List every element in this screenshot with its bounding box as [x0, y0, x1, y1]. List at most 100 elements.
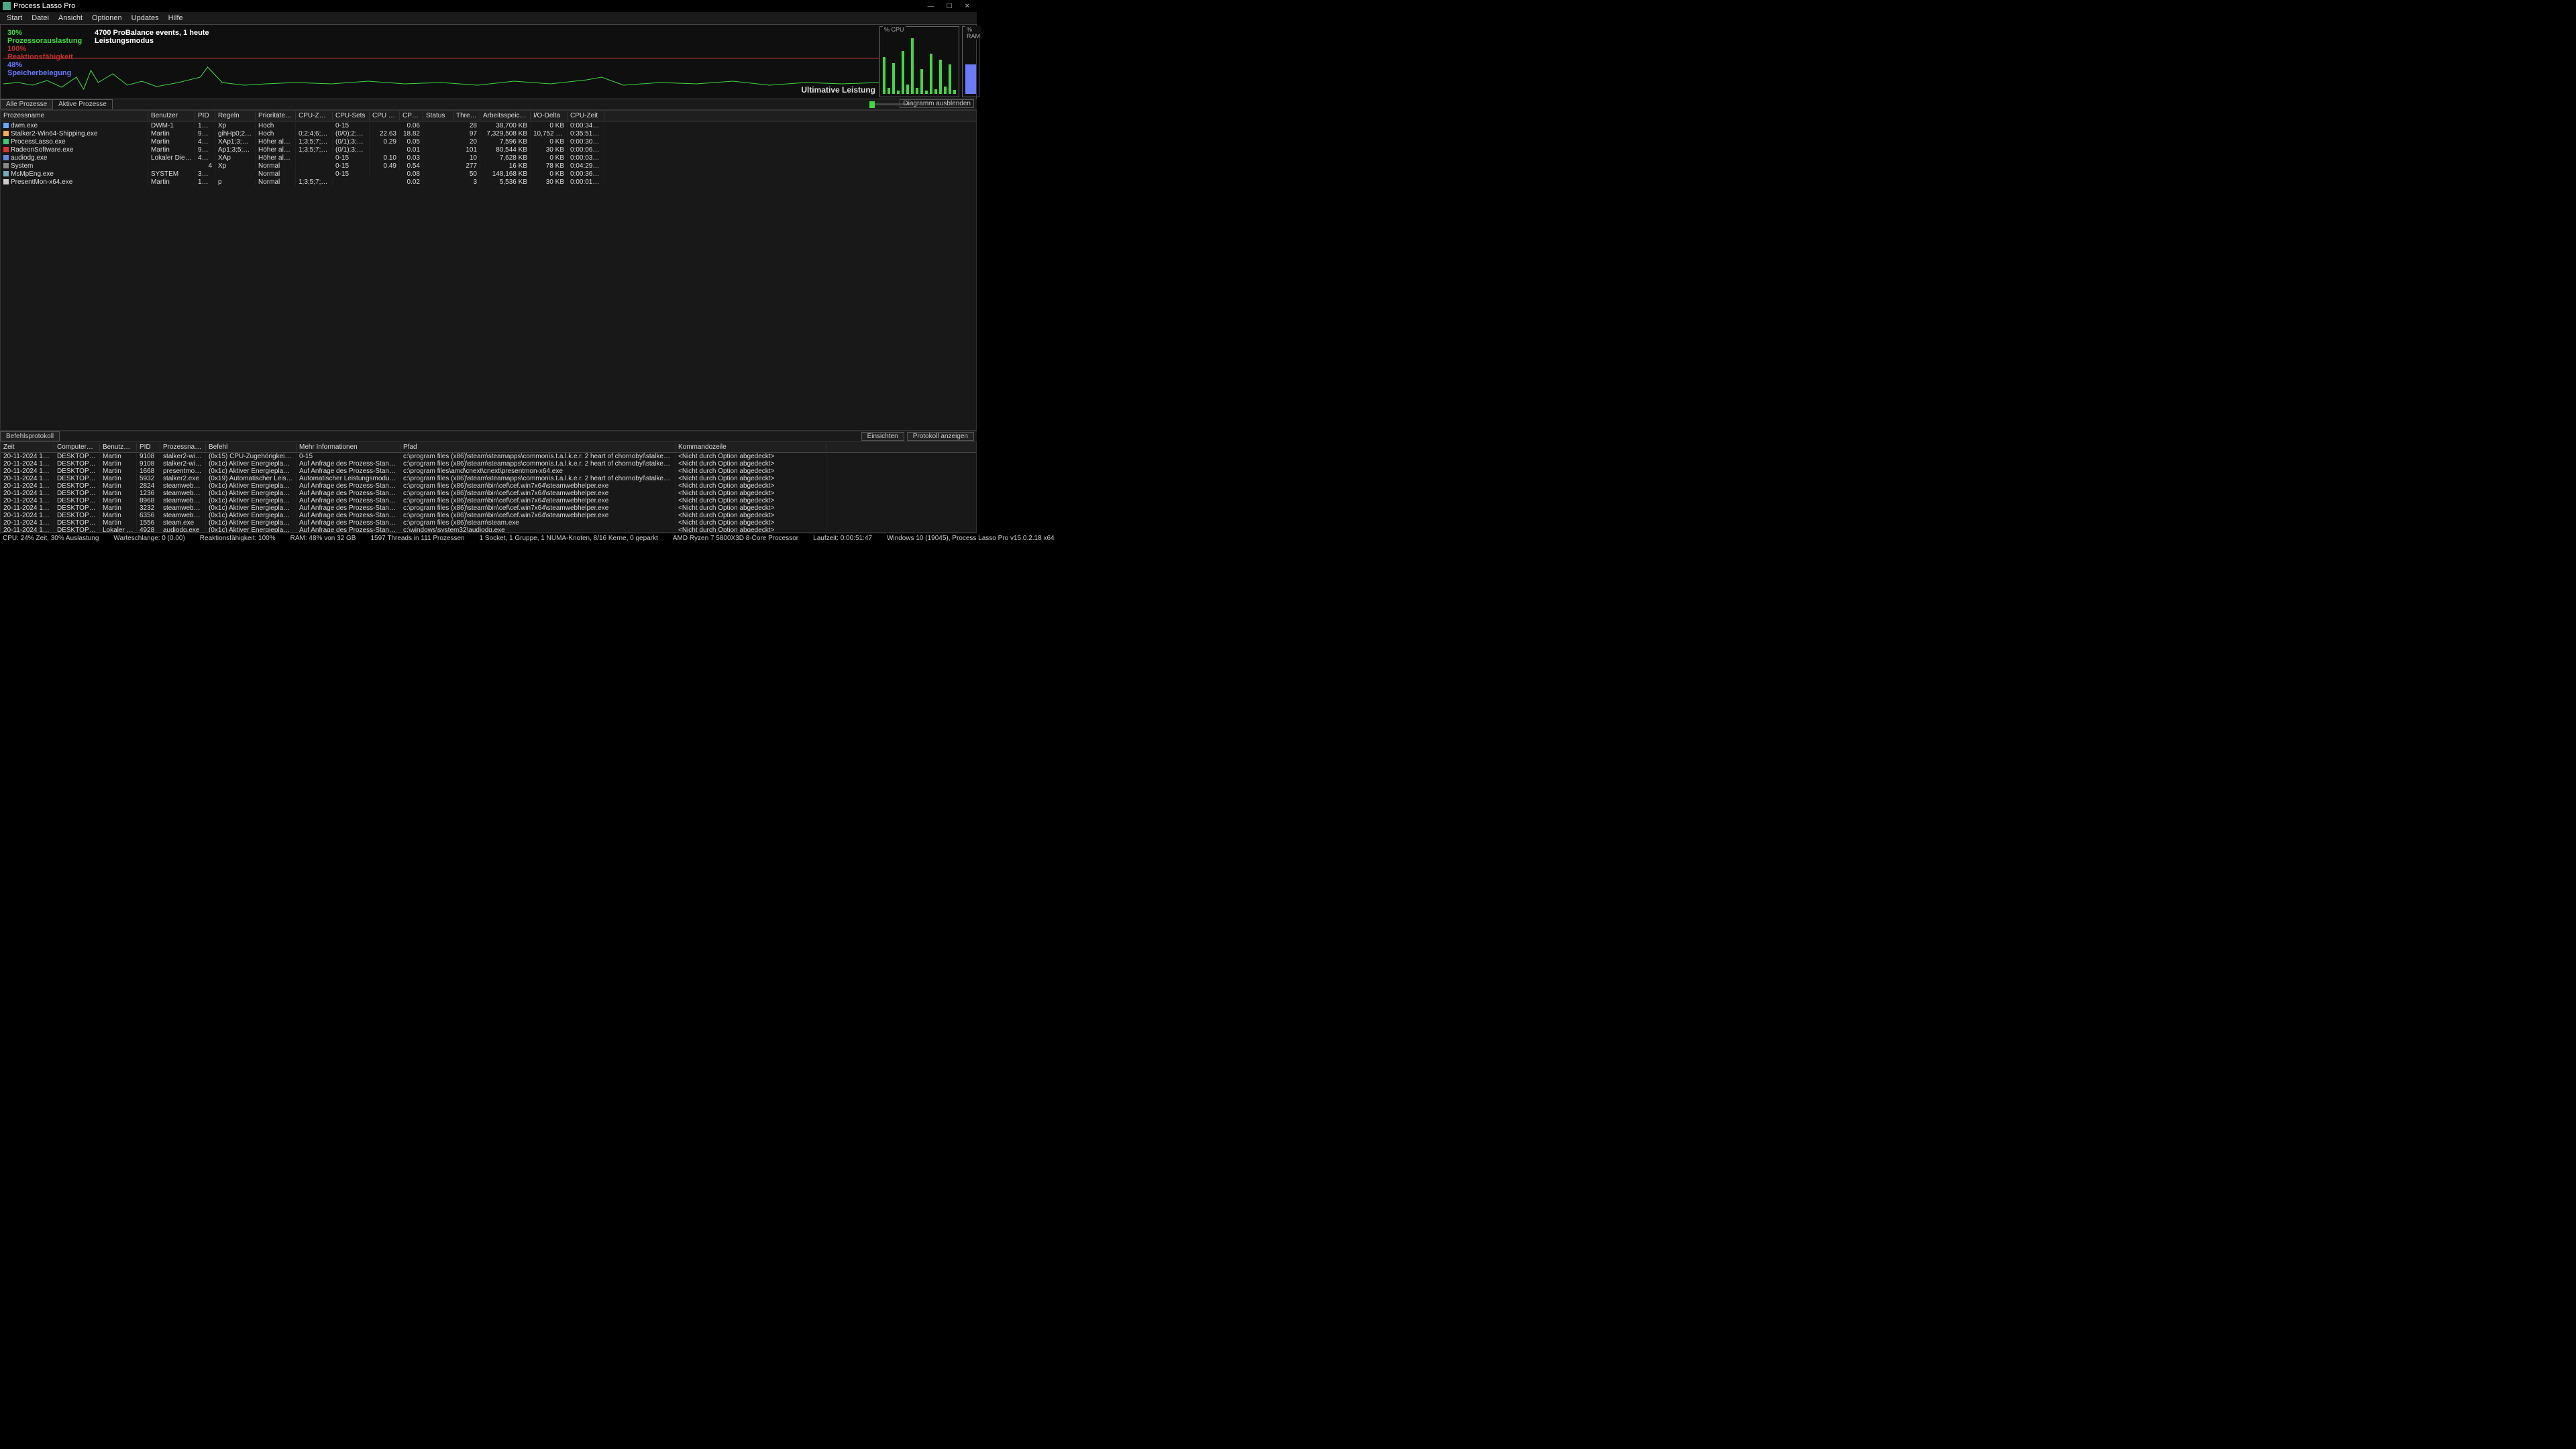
column-header[interactable]: Pfad	[400, 443, 676, 451]
cpu-core-bar	[939, 60, 942, 94]
side-gauges: % CPU % RAM	[879, 26, 973, 97]
menu-hilfe[interactable]: Hilfe	[164, 13, 187, 23]
cpu-core-bar	[883, 57, 885, 94]
log-table-header: ZeitComputernameBenutzernamePIDProzessna…	[1, 442, 976, 453]
process-table: ProzessnameBenutzerPIDRegelnPrioritäten-…	[0, 110, 977, 431]
column-header[interactable]: PID	[137, 443, 160, 451]
cpu-core-bar	[906, 85, 909, 94]
log-row[interactable]: 20-11-2024 19:27:22DESKTOP-9LK1G1SMartin…	[1, 497, 976, 504]
column-header[interactable]: Mehr Informationen	[297, 443, 400, 451]
close-button[interactable]: ✕	[965, 3, 970, 10]
minimize-button[interactable]: —	[928, 3, 934, 10]
process-row[interactable]: MsMpEng.exeSYSTEM3812Normal0-150.0850148…	[1, 170, 976, 178]
cpu-core-bar	[920, 69, 923, 94]
status-segment: Reaktionsfähigkeit: 100%	[200, 535, 276, 542]
window-controls: — ☐ ✕	[928, 3, 974, 10]
process-row[interactable]: audiodg.exeLokaler Dienst4928XApHöher al…	[1, 154, 976, 162]
column-header[interactable]: Threads	[453, 111, 480, 120]
process-table-header: ProzessnameBenutzerPIDRegelnPrioritäten-…	[1, 111, 976, 121]
column-header[interactable]: CPU-Sets	[333, 111, 370, 120]
power-mode-label: Leistungsmodus	[95, 37, 209, 45]
show-log-button[interactable]: Protokoll anzeigen	[907, 432, 974, 441]
column-header[interactable]: Benutzername	[100, 443, 137, 451]
column-header[interactable]: Befehl	[206, 443, 297, 451]
log-row[interactable]: 20-11-2024 19:27:26DESKTOP-9LK1G1SMartin…	[1, 475, 976, 482]
column-header[interactable]: PID	[195, 111, 215, 120]
log-row[interactable]: 20-11-2024 19:27:22DESKTOP-9LK1G1SMartin…	[1, 519, 976, 527]
maximize-button[interactable]: ☐	[947, 3, 953, 10]
menu-optionen[interactable]: Optionen	[88, 13, 126, 23]
tab-all-processes[interactable]: Alle Prozesse	[0, 99, 53, 109]
column-header[interactable]: Prozessname	[160, 443, 206, 451]
process-row[interactable]: Stalker2-Win64-Shipping.exeMartin9108gih…	[1, 129, 976, 138]
status-segment: 1 Socket, 1 Gruppe, 1 NUMA-Knoten, 8/16 …	[480, 535, 658, 542]
column-header[interactable]: Kommandozeile	[676, 443, 826, 451]
column-header[interactable]: CPU (%)	[370, 111, 400, 120]
header-panel: 30% Prozessorauslastung 100% Reaktionsfä…	[0, 24, 977, 99]
log-row[interactable]: 20-11-2024 19:27:22DESKTOP-9LK1G1SMartin…	[1, 512, 976, 519]
tab-active-processes[interactable]: Aktive Prozesse	[52, 99, 113, 109]
log-row[interactable]: 20-11-2024 19:27:22DESKTOP-9LK1G1SLokale…	[1, 527, 976, 533]
column-header[interactable]: I/O-Delta	[531, 111, 568, 120]
column-header[interactable]: Prioritäten-Klasse	[256, 111, 296, 120]
column-header[interactable]: Prozessname	[1, 111, 148, 120]
cpu-core-bar	[949, 64, 951, 94]
cpu-core-bar	[888, 88, 890, 94]
performance-mode: Ultimative Leistung	[801, 85, 875, 95]
log-tabstrip: Befehlsprotokoll Einsichten Protokoll an…	[0, 431, 977, 441]
cpu-core-bar	[944, 87, 947, 94]
process-row[interactable]: ProcessLasso.exeMartin4568XAp1;3;5;7;9;1…	[1, 138, 976, 146]
log-row[interactable]: 20-11-2024 19:36:44DESKTOP-9LK1G1SMartin…	[1, 453, 976, 460]
menu-ansicht[interactable]: Ansicht	[54, 13, 87, 23]
process-row[interactable]: RadeonSoftware.exeMartin9076Ap1;3;5;7;9;…	[1, 146, 976, 154]
log-row[interactable]: 20-11-2024 19:27:22DESKTOP-9LK1G1SMartin…	[1, 490, 976, 497]
log-row[interactable]: 20-11-2024 19:27:22DESKTOP-9LK1G1SMartin…	[1, 504, 976, 512]
process-row[interactable]: dwm.exeDWM-11952XpHoch0-150.062838,700 K…	[1, 121, 976, 129]
menu-start[interactable]: Start	[3, 13, 26, 23]
process-row[interactable]: System4XpNormal0-150.490.5427716 KB78 KB…	[1, 162, 976, 170]
process-tabstrip: Alle Prozesse Aktive Prozesse Diagramm a…	[0, 99, 977, 110]
cpu-core-bar	[925, 91, 928, 94]
cpu-core-bar	[902, 51, 904, 94]
column-header[interactable]: CPU-Zugehörig...	[296, 111, 333, 120]
column-header[interactable]: Arbeitsspeicher (privater...	[480, 111, 531, 120]
column-header[interactable]: Computername	[54, 443, 100, 451]
menu-datei[interactable]: Datei	[28, 13, 53, 23]
probalance-events: 4700 ProBalance events, 1 heute	[95, 29, 209, 37]
titlebar: Process Lasso Pro — ☐ ✕	[0, 0, 977, 12]
status-segment: CPU: 24% Zeit, 30% Auslastung	[3, 535, 99, 542]
insights-button[interactable]: Einsichten	[861, 432, 904, 441]
cpu-gauge-label: % CPU	[883, 26, 906, 33]
cpu-history-graph	[3, 57, 879, 96]
cpu-core-bar	[930, 54, 932, 94]
ram-bar	[965, 64, 976, 94]
cpu-gauge: % CPU	[879, 26, 959, 97]
column-header[interactable]: Status	[423, 111, 453, 120]
cpu-core-bar	[953, 90, 956, 94]
status-segment: Windows 10 (19045), Process Lasso Pro v1…	[887, 535, 1055, 542]
app-icon	[3, 2, 11, 10]
column-header[interactable]: CPU-Du...	[400, 111, 423, 120]
statusbar: CPU: 24% Zeit, 30% Auslastung Warteschlan…	[0, 533, 977, 543]
log-table: ZeitComputernameBenutzernamePIDProzessna…	[0, 441, 977, 533]
column-header[interactable]: CPU-Zeit	[568, 111, 604, 120]
status-segment: AMD Ryzen 7 5800X3D 8-Core Processor	[673, 535, 798, 542]
column-header[interactable]: Benutzer	[148, 111, 195, 120]
hide-diagram-button[interactable]: Diagramm ausblenden	[900, 99, 974, 108]
status-segment: Warteschlange: 0 (0.00)	[113, 535, 184, 542]
column-header[interactable]: Zeit	[1, 443, 54, 451]
cpu-core-bar	[934, 89, 937, 94]
log-row[interactable]: 20-11-2024 19:27:22DESKTOP-9LK1G1SMartin…	[1, 482, 976, 490]
status-segment: Laufzeit: 0:00:51:47	[813, 535, 872, 542]
status-segment: RAM: 48% von 32 GB	[290, 535, 356, 542]
process-row[interactable]: PresentMon-x64.exeMartin1668pNormal1;3;5…	[1, 178, 976, 186]
tab-command-log[interactable]: Befehlsprotokoll	[0, 431, 60, 441]
ram-gauge: % RAM	[962, 26, 979, 97]
log-row[interactable]: 20-11-2024 19:27:30DESKTOP-9LK1G1SMartin…	[1, 468, 976, 475]
window-title: Process Lasso Pro	[13, 2, 75, 10]
log-row[interactable]: 20-11-2024 19:34:37DESKTOP-9LK1G1SMartin…	[1, 460, 976, 468]
menu-updates[interactable]: Updates	[127, 13, 163, 23]
cpu-core-bar	[911, 38, 914, 94]
column-header[interactable]: Regeln	[215, 111, 256, 120]
stat-cpu: 30% Prozessorauslastung	[7, 29, 81, 45]
